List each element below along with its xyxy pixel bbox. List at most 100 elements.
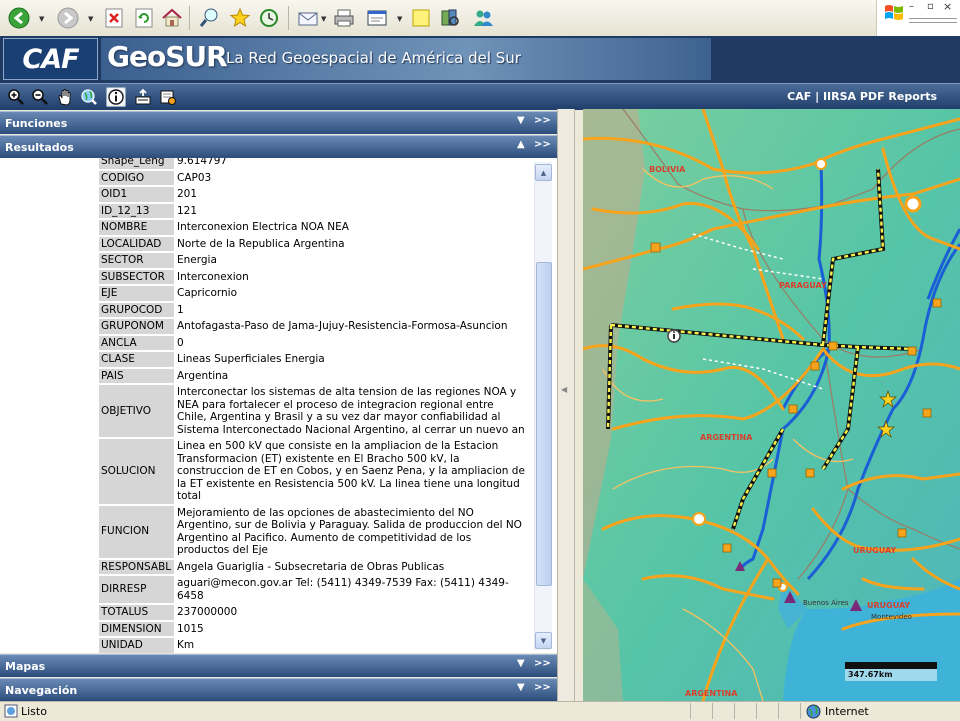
table-row: EJE Capricornio [99,286,527,301]
attribute-value: Norte de la Republica Argentina [177,237,345,250]
caf-logo-box[interactable]: CAF [3,38,98,80]
geosur-logo-box: GeoSUR La Red Geoespacial de América del… [101,38,711,80]
table-row: ANCLA 0 [99,335,527,350]
expand-down-icon[interactable]: ▼ [517,115,525,126]
full-extent-tool[interactable] [79,87,99,107]
expand-down-icon[interactable]: ▼ [517,682,525,693]
favorites-button[interactable] [227,5,253,31]
attribute-key: SECTOR [99,253,174,268]
table-row: SECTOR Energia [99,253,527,268]
messenger-icon [474,10,493,26]
panel-header-funciones[interactable]: Funciones ▼ >> [0,111,557,134]
research-button[interactable] [437,5,463,31]
attribute-key: PAIS [99,368,174,383]
edit-dropdown-icon[interactable]: ▼ [397,15,402,23]
note-icon [412,9,430,27]
attribute-value: Linea en 500 kV que consiste en la ampli… [177,440,525,502]
forward-arrow-icon [57,7,79,29]
pan-tool[interactable] [55,87,75,107]
expand-down-icon[interactable]: ▼ [517,658,525,669]
attribute-value: 237000000 [177,606,238,618]
zoom-in-icon [8,89,24,105]
forward-button[interactable] [55,5,81,31]
table-row: DIMENSION 1015 [99,621,527,636]
attribute-value: Angela Guariglia - Subsecretaria de Obra… [177,560,445,573]
attribute-key: FUNCION [99,505,174,558]
windows-flag-icon [885,5,903,20]
info-icon [108,89,124,105]
attribute-key: NOMBRE [99,220,174,235]
panel-title-funciones: Funciones [5,117,68,130]
collapse-up-icon[interactable]: ▲ [517,139,525,150]
print-button[interactable] [331,5,357,31]
history-button[interactable] [256,5,282,31]
search-button[interactable] [196,5,222,31]
restore-icon[interactable]: ▫ [927,1,934,12]
history-icon [260,9,278,27]
print-map-tool[interactable] [158,87,178,107]
page-icon [4,704,18,718]
discuss-button[interactable] [408,5,434,31]
back-dropdown-icon[interactable]: ▼ [39,15,44,23]
attribute-value: Interconexion [177,270,249,283]
attribute-key: OID1 [99,187,174,202]
collapse-panel-icon[interactable]: >> [534,139,551,150]
attribute-value: Argentina [177,369,229,382]
printer-icon [334,9,354,27]
attribute-key: CLASE [99,352,174,367]
panel-header-navegacion[interactable]: Navegación ▼ >> [0,678,557,701]
attribute-value: 1015 [177,622,204,635]
mail-button[interactable] [295,5,321,31]
pdf-reports-link[interactable]: CAF | IIRSA PDF Reports [787,90,937,103]
splitter-arrow-icon[interactable]: ◀ [561,385,567,394]
table-row: CODIGO CAP03 [99,170,527,185]
attribute-value: Antofagasta-Paso de Jama-Jujuy-Resistenc… [177,320,508,332]
stop-button[interactable] [101,5,127,31]
results-scrollbar[interactable]: ▲ ▼ [534,162,552,650]
home-button[interactable] [159,5,185,31]
minimize-icon[interactable]: – [909,1,914,12]
attribute-key: DIMENSION [99,621,174,636]
back-button[interactable] [6,5,32,31]
panel-splitter[interactable]: ◀ [557,109,575,701]
attribute-value: Lineas Superficiales Energia [177,353,325,365]
panel-header-resultados[interactable]: Resultados ▲ >> [0,135,557,158]
map-label-argentina-south: ARGENTINA [685,689,738,698]
identify-tool[interactable] [106,87,126,107]
geosur-tagline: La Red Geoespacial de América del Sur [226,49,521,67]
edit-button[interactable] [364,5,390,31]
table-row: CLASE Lineas Superficiales Energia [99,352,527,367]
status-bar: Listo Internet [0,701,960,721]
zoom-out-tool[interactable] [30,87,50,107]
map-label-argentina: ARGENTINA [700,433,753,442]
forward-dropdown-icon[interactable]: ▼ [88,15,93,23]
map-view[interactable]: BOLIVIA PARAGUAY ARGENTINA URUGUAY URUGU… [583,109,960,701]
mail-dropdown-icon[interactable]: ▼ [321,15,326,23]
attribute-key: TOTALUS [99,605,174,620]
collapse-panel-icon[interactable]: >> [534,682,551,693]
messenger-button[interactable] [470,5,496,31]
scale-label: 347.67km [848,670,893,679]
close-icon[interactable]: × [943,0,952,13]
attribute-value: 9.614797 [177,158,228,167]
zoom-in-tool[interactable] [6,87,26,107]
panel-header-mapas[interactable]: Mapas ▼ >> [0,654,557,677]
attribute-key: SOLUCION [99,439,174,504]
export-tool[interactable] [133,87,153,107]
stop-icon [105,8,123,28]
scroll-thumb[interactable] [536,262,552,586]
export-icon [135,88,151,105]
caf-logo: CAF [22,43,79,75]
table-row: RESPONSABL Angela Guariglia - Subsecretar… [99,559,527,574]
table-row: DIRRESP aguari@mecon.gov.ar Tel: (5411) 4… [99,576,527,603]
collapse-panel-icon[interactable]: >> [534,115,551,126]
collapse-panel-icon[interactable]: >> [534,658,551,669]
scroll-up-button[interactable]: ▲ [535,164,552,181]
map-label-uruguay: URUGUAY [853,546,897,555]
globe-zoom-icon [81,89,97,105]
refresh-button[interactable] [131,5,157,31]
scroll-down-button[interactable]: ▼ [535,632,552,649]
search-icon [199,8,218,27]
identify-point [667,329,681,343]
table-row: NOMBRE Interconexion Electrica NOA NEA [99,220,527,235]
